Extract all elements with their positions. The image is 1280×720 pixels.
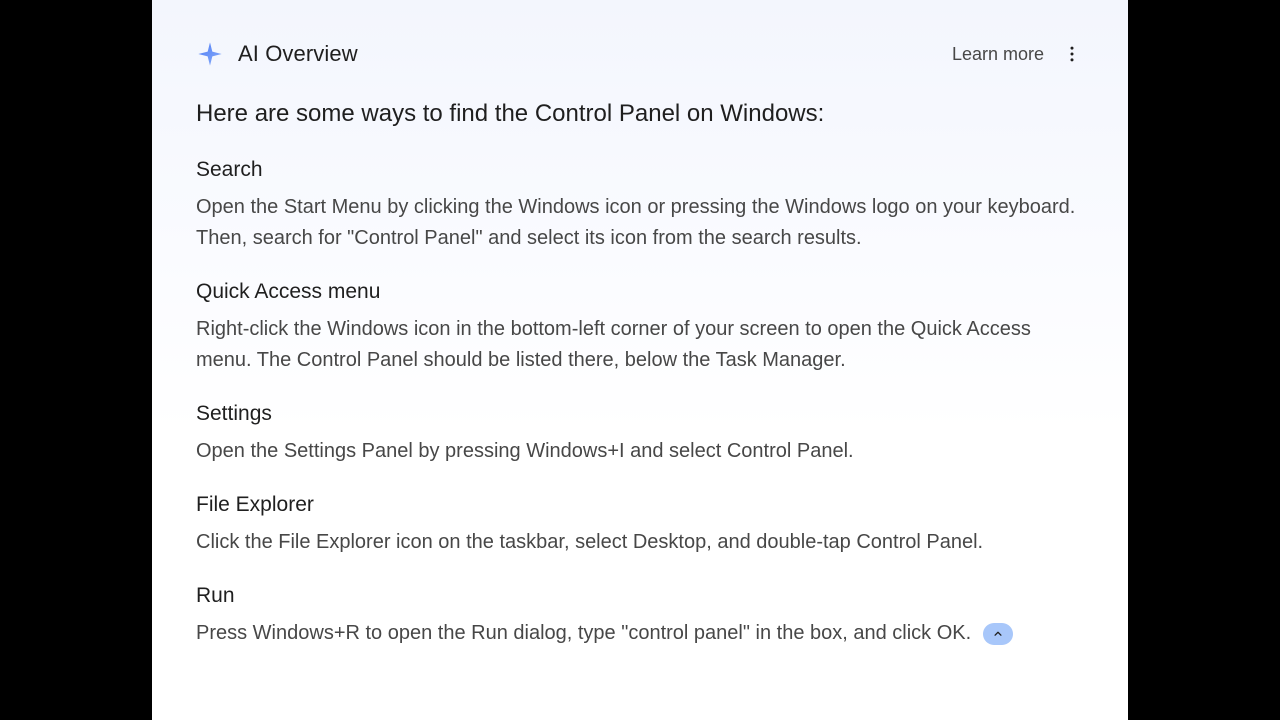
method-body: Open the Start Menu by clicking the Wind… bbox=[196, 192, 1084, 254]
method-body: Click the File Explorer icon on the task… bbox=[196, 527, 1084, 558]
method-body: Press Windows+R to open the Run dialog, … bbox=[196, 622, 971, 644]
method-body: Right-click the Windows icon in the bott… bbox=[196, 314, 1084, 376]
ai-overview-panel: AI Overview Learn more Here are some way… bbox=[152, 0, 1128, 720]
header-actions: Learn more bbox=[952, 42, 1084, 66]
method-search: Search Open the Start Menu by clicking t… bbox=[196, 158, 1084, 254]
letterbox-left bbox=[0, 0, 152, 720]
method-title: File Explorer bbox=[196, 493, 1084, 517]
intro-text: Here are some ways to find the Control P… bbox=[196, 98, 1084, 130]
method-run: Run Press Windows+R to open the Run dial… bbox=[196, 584, 1084, 649]
method-title: Settings bbox=[196, 402, 1084, 426]
sparkle-icon bbox=[196, 40, 224, 68]
ai-overview-header: AI Overview Learn more bbox=[196, 40, 1084, 68]
learn-more-link[interactable]: Learn more bbox=[952, 44, 1044, 65]
method-title: Quick Access menu bbox=[196, 280, 1084, 304]
letterbox-right bbox=[1128, 0, 1280, 720]
method-settings: Settings Open the Settings Panel by pres… bbox=[196, 402, 1084, 467]
chevron-up-icon bbox=[991, 627, 1005, 641]
method-file-explorer: File Explorer Click the File Explorer ic… bbox=[196, 493, 1084, 558]
method-body-wrap: Press Windows+R to open the Run dialog, … bbox=[196, 618, 1084, 649]
more-vert-icon bbox=[1062, 44, 1082, 64]
method-title: Run bbox=[196, 584, 1084, 608]
method-title: Search bbox=[196, 158, 1084, 182]
title-group: AI Overview bbox=[196, 40, 358, 68]
method-body: Open the Settings Panel by pressing Wind… bbox=[196, 436, 1084, 467]
more-menu-button[interactable] bbox=[1060, 42, 1084, 66]
collapse-button[interactable] bbox=[983, 623, 1013, 645]
method-quick-access: Quick Access menu Right-click the Window… bbox=[196, 280, 1084, 376]
ai-overview-title: AI Overview bbox=[238, 41, 358, 67]
